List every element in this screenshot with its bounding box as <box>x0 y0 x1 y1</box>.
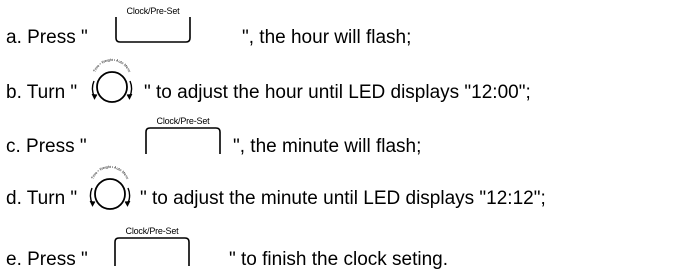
step-e-prefix: e. Press " <box>6 249 88 270</box>
button-shape-icon <box>145 127 221 154</box>
step-e-suffix: " to finish the clock seting. <box>229 249 449 270</box>
button-caption: Clock/Pre-Set <box>156 116 210 126</box>
dial-knob-illustration: Time • Weight • Auto Menu <box>84 162 136 214</box>
step-c-suffix: ", the minute will flash; <box>233 136 422 157</box>
clock-preset-button-illustration: Clock/Pre-Set <box>113 6 193 46</box>
step-a-prefix: a. Press " <box>6 27 88 48</box>
instruction-step-b: b. Turn " Time • Weight • Auto Menu " to… <box>6 58 688 103</box>
button-caption: Clock/Pre-Set <box>125 226 179 236</box>
instruction-step-d: d. Turn " Time • Weight • Auto Menu " to… <box>6 165 688 212</box>
step-d-prefix: d. Turn " <box>6 188 78 209</box>
clock-preset-button-illustration: Clock/Pre-Set <box>112 226 192 266</box>
instruction-step-c: c. Press " Clock/Pre-Set ", the minute w… <box>6 116 688 157</box>
dial-knob-icon: Time • Weight • Auto Menu <box>89 165 131 210</box>
instruction-step-e: e. Press " Clock/Pre-Set " to finish the… <box>6 226 688 270</box>
button-shape-icon <box>114 237 190 266</box>
button-shape-icon <box>115 17 191 43</box>
dial-knob-illustration: Time • Weight • Auto Menu <box>86 55 138 107</box>
instruction-step-a: a. Press " Clock/Pre-Set ", the hour wil… <box>6 6 688 48</box>
step-a-suffix: ", the hour will flash; <box>242 27 412 48</box>
svg-text:Time • Weight • Auto Menu: Time • Weight • Auto Menu <box>90 165 129 180</box>
step-b-prefix: b. Turn " <box>6 82 78 103</box>
step-c-prefix: c. Press " <box>6 136 87 157</box>
dial-knob-icon: Time • Weight • Auto Menu <box>91 58 133 103</box>
clock-preset-button-illustration: Clock/Pre-Set <box>143 116 223 156</box>
button-caption: Clock/Pre-Set <box>126 6 180 16</box>
svg-text:Time • Weight • Auto Menu: Time • Weight • Auto Menu <box>92 58 131 73</box>
step-b-suffix: " to adjust the hour until LED displays … <box>144 82 531 103</box>
step-d-suffix: " to adjust the minute until LED display… <box>140 188 546 209</box>
